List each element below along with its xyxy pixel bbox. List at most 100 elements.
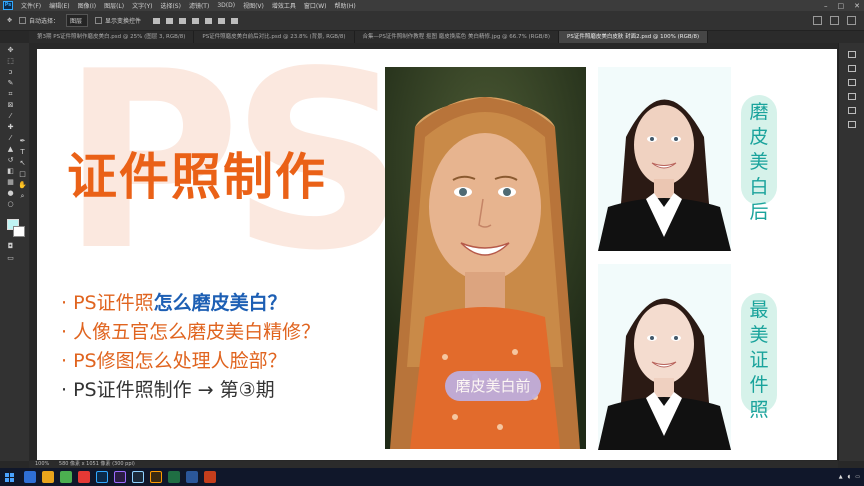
illustrator-taskbar-icon[interactable]: [150, 471, 162, 483]
notification-icon[interactable]: ▭: [855, 474, 860, 480]
move-tool-icon[interactable]: ✥: [7, 17, 12, 24]
dodge-tool-icon[interactable]: ○: [6, 201, 15, 208]
volume-icon[interactable]: ◖: [848, 474, 851, 480]
after-portrait-photo-bottom: [598, 264, 731, 450]
crop-tool-icon[interactable]: ⌗: [6, 91, 15, 98]
tab-document-3[interactable]: 合集—PS证件照制作教程 抠图 磨皮换底色 美白精修.jpg @ 66.7% (…: [355, 31, 560, 43]
move-tool-icon[interactable]: ✥: [6, 47, 15, 54]
screen-mode-icon[interactable]: ▭: [6, 255, 15, 262]
blur-tool-icon[interactable]: ●: [6, 190, 15, 197]
options-bar: ✥ 自动选择： 图层 显示变换控件: [0, 11, 864, 31]
word-icon[interactable]: [186, 471, 198, 483]
quick-mask-icon[interactable]: ◘: [6, 243, 15, 250]
menu-plugins[interactable]: 增效工具: [268, 1, 300, 10]
background-color-swatch[interactable]: [13, 226, 25, 237]
layer-select-dropdown[interactable]: 图层: [66, 14, 89, 27]
quick-select-tool-icon[interactable]: ✎: [6, 80, 15, 87]
after-portrait-photo-top: [598, 67, 731, 251]
stamp-tool-icon[interactable]: ▲: [6, 146, 15, 153]
menu-layer[interactable]: 图层(L): [100, 1, 128, 10]
minimize-icon[interactable]: –: [824, 2, 828, 10]
menu-view[interactable]: 视图(V): [239, 1, 268, 10]
transform-controls-checkbox[interactable]: [95, 17, 103, 24]
tab-document-4[interactable]: PS证件照磨皮美白皮肤 封面2.psd @ 100% (RGB/8): [559, 31, 709, 43]
start-menu-icon[interactable]: [5, 472, 14, 482]
tag-before: 磨皮美白前: [445, 371, 541, 401]
maximize-icon[interactable]: □: [838, 2, 845, 10]
eraser-tool-icon[interactable]: ◧: [6, 168, 15, 175]
spreadsheet-icon[interactable]: [168, 471, 180, 483]
windows-taskbar: ▲ ◖ ▭: [0, 468, 864, 486]
auto-select-checkbox[interactable]: [19, 17, 27, 24]
align-top-icon[interactable]: [192, 17, 200, 24]
channels-panel-icon[interactable]: [848, 107, 856, 114]
bullet-1-suffix: ？: [267, 292, 287, 314]
cover-title: 证件照制作: [67, 148, 327, 206]
align-center-icon[interactable]: [166, 17, 174, 24]
browser-icon[interactable]: [60, 471, 72, 483]
tab-document-1[interactable]: 第3期 PS证件照制作磨皮美白.psd @ 25% (图层 3, RGB/8): [29, 31, 195, 43]
media-icon[interactable]: [78, 471, 90, 483]
adjustments-panel-icon[interactable]: [848, 93, 856, 100]
healing-brush-icon[interactable]: ✚: [6, 124, 15, 131]
marquee-tool-icon[interactable]: ⬚: [6, 58, 15, 65]
menu-window[interactable]: 窗口(W): [300, 1, 331, 10]
distribute-icon[interactable]: [231, 17, 239, 24]
bullet-item-3: · PS修图怎么处理人脸部？: [61, 350, 287, 372]
eyedropper-tool-icon[interactable]: ⁄: [6, 113, 15, 120]
path-select-icon[interactable]: ↖: [18, 160, 27, 167]
frame-tool-icon[interactable]: ⊠: [6, 102, 15, 109]
photoshop-taskbar-icon[interactable]: [96, 471, 108, 483]
network-icon[interactable]: ▲: [839, 474, 843, 480]
hand-tool-icon[interactable]: ✋: [18, 182, 27, 189]
align-middle-icon[interactable]: [205, 17, 213, 24]
menu-file[interactable]: 文件(F): [17, 1, 45, 10]
history-panel-icon[interactable]: [848, 51, 856, 58]
zoom-level[interactable]: 100%: [35, 461, 49, 467]
menu-3d[interactable]: 3D(D): [213, 2, 239, 9]
workspace-icon[interactable]: [830, 16, 839, 25]
lasso-tool-icon[interactable]: ↄ: [6, 69, 15, 76]
align-left-icon[interactable]: [153, 17, 161, 24]
menu-edit[interactable]: 编辑(E): [45, 1, 73, 10]
lightroom-taskbar-icon[interactable]: [132, 471, 144, 483]
menu-filter[interactable]: 滤镜(T): [185, 1, 213, 10]
properties-panel-icon[interactable]: [848, 65, 856, 72]
bullet-1-prefix: · PS证件照: [61, 292, 154, 314]
brush-tool-icon[interactable]: ⁄: [6, 135, 15, 142]
gradient-tool-icon[interactable]: ▦: [6, 179, 15, 186]
menu-bar: Ps 文件(F) 编辑(E) 图像(I) 图层(L) 文字(Y) 选择(S) 滤…: [0, 0, 864, 11]
tab-document-2[interactable]: PS证件照磨皮美白前后对比.psd @ 23.8% (背景, RGB/8): [194, 31, 355, 43]
close-icon[interactable]: ✕: [854, 2, 860, 10]
align-bottom-icon[interactable]: [218, 17, 226, 24]
paths-panel-icon[interactable]: [848, 121, 856, 128]
shape-tool-icon[interactable]: □: [18, 171, 27, 178]
premiere-taskbar-icon[interactable]: [114, 471, 126, 483]
after-portrait-illustration-top: [598, 67, 731, 251]
bullet-item-2: · 人像五官怎么磨皮美白精修？: [61, 321, 321, 343]
type-tool-icon[interactable]: T: [18, 149, 27, 156]
search-icon[interactable]: [813, 16, 822, 25]
transform-controls-label: 显示变换控件: [105, 18, 142, 25]
align-right-icon[interactable]: [179, 17, 187, 24]
menu-help[interactable]: 帮助(H): [331, 1, 360, 10]
share-icon[interactable]: [847, 16, 856, 25]
file-explorer-icon[interactable]: [42, 471, 54, 483]
presentation-icon[interactable]: [204, 471, 216, 483]
pen-tool-icon[interactable]: ✒: [18, 138, 27, 145]
document-canvas[interactable]: PS 证件照制作 · PS证件照怎么磨皮美白？ · 人像五官怎么磨皮美白精修？ …: [37, 49, 837, 460]
window-controls: – □ ✕: [824, 0, 860, 11]
bullet-list: · PS证件照怎么磨皮美白？ · 人像五官怎么磨皮美白精修？ · PS修图怎么处…: [61, 289, 320, 405]
after-portrait-illustration-bottom: [598, 264, 731, 450]
bullet-item-4: · PS证件照制作 → 第③期: [61, 379, 275, 401]
layers-panel-icon[interactable]: [848, 79, 856, 86]
menu-type[interactable]: 文字(Y): [128, 1, 156, 10]
menu-image[interactable]: 图像(I): [74, 1, 100, 10]
taskbar-app-icon[interactable]: [24, 471, 36, 483]
before-portrait-photo: 磨皮美白前: [385, 67, 586, 449]
menu-select[interactable]: 选择(S): [156, 1, 185, 10]
tag-after-text: 磨 皮 美 白 后: [749, 101, 769, 223]
zoom-tool-icon[interactable]: ⌕: [18, 193, 27, 200]
photoshop-logo: Ps: [3, 1, 13, 10]
history-brush-icon[interactable]: ↺: [6, 157, 15, 164]
